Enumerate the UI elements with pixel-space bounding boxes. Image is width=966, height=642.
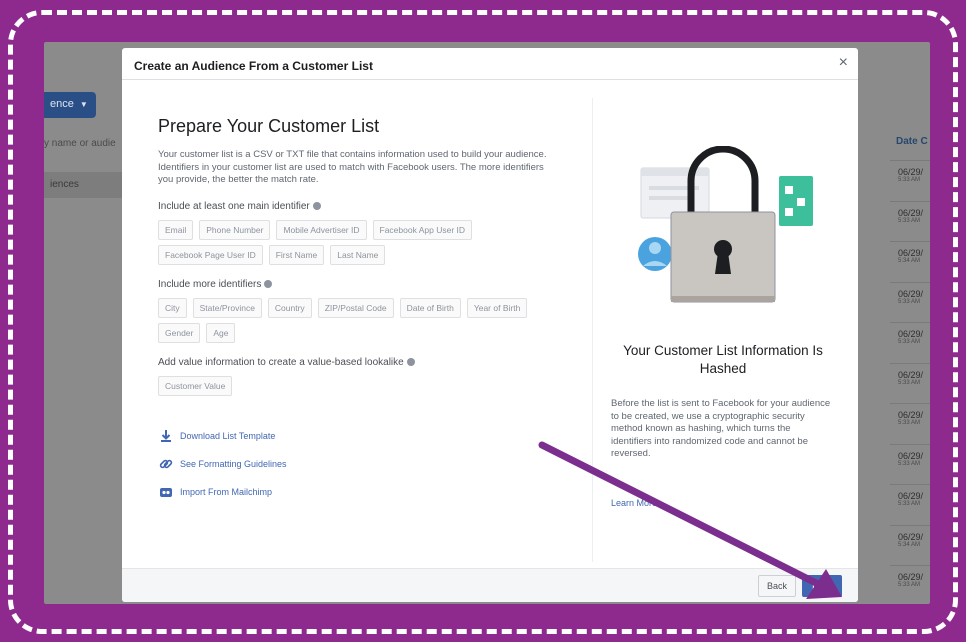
audience-search-input[interactable]: y name or audie — [44, 138, 116, 149]
formatting-guidelines-link[interactable]: See Formatting Guidelines — [158, 456, 558, 472]
link-icon — [159, 459, 173, 468]
identifier-tag: Customer Value — [158, 375, 233, 396]
more-identifier-tags: City State/Province Country ZIP/Postal C… — [158, 297, 538, 343]
prepare-list-heading: Prepare Your Customer List — [158, 116, 380, 136]
info-icon[interactable] — [264, 279, 273, 288]
prepare-list-column: Prepare Your Customer List Your customer… — [158, 116, 558, 512]
identifier-tag: Last Name — [330, 244, 386, 265]
table-row[interactable]: 06/29/5:34 AM — [890, 524, 930, 566]
audience-table-rows: 06/29/5:33 AM 06/29/5:33 AM 06/29/5:34 A… — [890, 160, 930, 604]
screenshot-area: ence ▼ y name or audie iences Date C 06/2… — [44, 42, 930, 604]
download-icon — [161, 429, 171, 442]
date-created-column-header[interactable]: Date C — [896, 136, 928, 147]
identifier-tag: Age — [206, 322, 236, 343]
value-identifier-tags: Customer Value — [158, 375, 538, 396]
hashing-title: Your Customer List Information Is Hashed — [623, 343, 823, 376]
table-row[interactable]: 06/29/5:33 AM — [890, 281, 930, 323]
import-mailchimp-link[interactable]: Import From Mailchimp — [158, 484, 558, 500]
sidebar-item-audiences[interactable]: iences — [44, 172, 122, 198]
table-row[interactable]: 06/29/5:33 AM — [890, 565, 930, 604]
create-audience-label: ence — [50, 98, 74, 110]
table-row[interactable]: 06/29/5:33 AM — [890, 484, 930, 525]
mailchimp-icon — [160, 487, 172, 497]
table-row[interactable]: 06/29/5:33 AM — [890, 160, 930, 201]
formatting-guidelines-label: See Formatting Guidelines — [180, 458, 287, 469]
main-identifier-tags: Email Phone Number Mobile Advertiser ID … — [158, 219, 538, 265]
modal-header: Create an Audience From a Customer List … — [122, 48, 858, 80]
helper-links: Download List Template See Formatting Gu… — [158, 428, 558, 500]
identifier-tag: Gender — [158, 322, 201, 343]
close-icon[interactable]: × — [839, 54, 848, 72]
download-template-label: Download List Template — [180, 430, 276, 441]
value-info-label: Add value information to create a value-… — [158, 357, 558, 368]
table-row[interactable]: 06/29/5:33 AM — [890, 322, 930, 363]
identifier-tag: Mobile Advertiser ID — [276, 219, 367, 240]
identifier-tag: Facebook App User ID — [372, 219, 473, 240]
import-mailchimp-label: Import From Mailchimp — [180, 486, 273, 497]
identifier-tag: State/Province — [192, 297, 262, 318]
info-icon[interactable] — [406, 357, 415, 366]
identifier-tag: Phone Number — [199, 219, 271, 240]
identifier-tag: First Name — [268, 244, 325, 265]
table-row[interactable]: 06/29/5:34 AM — [890, 241, 930, 282]
table-row[interactable]: 06/29/5:33 AM — [890, 443, 930, 485]
identifier-tag: City — [158, 297, 187, 318]
download-template-link[interactable]: Download List Template — [158, 428, 558, 444]
prepare-list-description: Your customer list is a CSV or TXT file … — [158, 149, 547, 185]
identifier-tag: Date of Birth — [399, 297, 461, 318]
table-row[interactable]: 06/29/5:33 AM — [890, 200, 930, 242]
more-identifier-label: Include more identifiers — [158, 279, 558, 290]
main-identifier-label: Include at least one main identifier — [158, 201, 558, 212]
info-icon[interactable] — [312, 201, 321, 210]
modal-title: Create an Audience From a Customer List — [134, 59, 373, 73]
identifier-tag: Year of Birth — [466, 297, 528, 318]
table-row[interactable]: 06/29/5:33 AM — [890, 403, 930, 444]
create-audience-button[interactable]: ence ▼ — [44, 92, 96, 118]
annotation-arrow-icon — [538, 441, 842, 599]
identifier-tag: Country — [267, 297, 312, 318]
chevron-down-icon: ▼ — [79, 100, 88, 109]
identifier-tag: Facebook Page User ID — [158, 244, 263, 265]
identifier-tag: Email — [158, 219, 194, 240]
identifier-tag: ZIP/Postal Code — [317, 297, 394, 318]
padlock-illustration — [638, 146, 813, 303]
table-row[interactable]: 06/29/5:33 AM — [890, 362, 930, 404]
